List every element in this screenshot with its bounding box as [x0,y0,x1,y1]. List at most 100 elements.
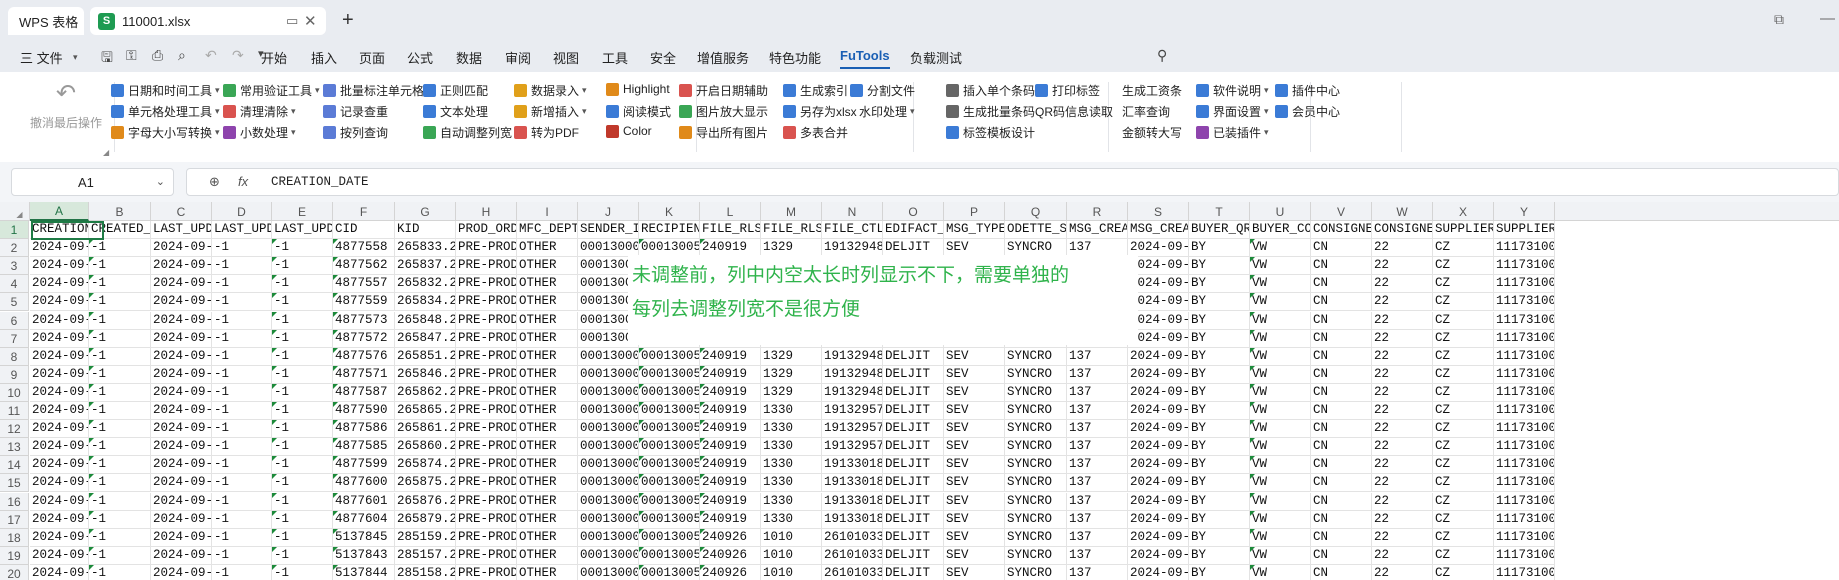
cell-Y19[interactable]: 11173100 [1494,546,1555,565]
cell-A1[interactable]: CREATION_ [30,221,89,239]
cell-T19[interactable]: BY [1189,546,1250,565]
cell-H9[interactable]: PRE-PROD [456,365,517,384]
ribbon-item-10[interactable]: 文本处理 [423,103,488,120]
ribbon-item-15[interactable]: Highlight [606,82,670,96]
cell-T10[interactable]: BY [1189,383,1250,402]
cell-P13[interactable]: SEV [944,438,1005,457]
cell-D7[interactable]: -1 [212,329,272,348]
cell-L13[interactable]: 240919 [700,438,761,457]
cell-A7[interactable]: 2024-09-1 [30,329,89,348]
cell-G19[interactable]: 285157.21 [395,546,456,565]
cell-G7[interactable]: 265847.21 [395,329,456,348]
cell-O20[interactable]: DELJIT [883,564,944,580]
ribbon-item-35[interactable]: 界面设置 ▾ [1196,103,1269,120]
cell-Q11[interactable]: SYNCRO [1005,402,1067,420]
cell-G3[interactable]: 265837.21 [395,257,456,276]
expand-corner-icon[interactable]: ◢ [103,148,109,157]
cell-N10[interactable]: 19132948£ [822,383,883,402]
cell-B16[interactable]: -1 [89,492,151,511]
dropdown-chevron-icon[interactable]: ▾ [1264,85,1269,96]
cell-A11[interactable]: 2024-09-1 [30,402,89,420]
cell-U12[interactable]: VW [1250,420,1311,439]
cell-V9[interactable]: CN [1311,365,1372,384]
cell-V14[interactable]: CN [1311,456,1372,475]
cell-W17[interactable]: 22 [1372,510,1433,529]
cell-R12[interactable]: 137 [1067,420,1128,439]
cell-K8[interactable]: 00013005£ [639,347,700,366]
cell-J19[interactable]: 00013000( [578,546,639,565]
cell-T7[interactable]: BY [1189,329,1250,348]
row-header-19[interactable]: 19 [0,546,29,565]
cell-E14[interactable]: -1 [272,456,333,475]
cell-B13[interactable]: -1 [89,438,151,457]
cell-N14[interactable]: 19133018£ [822,456,883,475]
cell-W6[interactable]: 22 [1372,311,1433,330]
ribbon-item-11[interactable]: 自动调整列宽 [423,124,512,141]
cell-C16[interactable]: 2024-09-1 [151,492,212,511]
formula-input[interactable]: ⊕ fx CREATION_DATE [186,168,1839,196]
cell-J16[interactable]: 00013000( [578,492,639,511]
cell-M12[interactable]: 1330 [761,420,822,439]
cell-R8[interactable]: 137 [1067,347,1128,366]
cell-O12[interactable]: DELJIT [883,420,944,439]
cell-J8[interactable]: 00013000( [578,347,639,366]
cell-A19[interactable]: 2024-09-2 [30,546,89,565]
menu-tab-0[interactable]: 开始 [261,48,287,67]
search-icon[interactable]: ⚲ [1157,47,1167,64]
cell-E17[interactable]: -1 [272,510,333,529]
cell-V6[interactable]: CN [1311,311,1372,330]
cell-L16[interactable]: 240919 [700,492,761,511]
cell-X9[interactable]: CZ [1433,365,1494,384]
ribbon-item-31[interactable]: 生成工资条 [1122,82,1182,99]
cell-N8[interactable]: 19132948£ [822,347,883,366]
cell-W9[interactable]: 22 [1372,365,1433,384]
cell-E4[interactable]: -1 [272,275,333,294]
cell-G10[interactable]: 265862.21 [395,383,456,402]
cell-I19[interactable]: OTHER [517,546,578,565]
cell-H14[interactable]: PRE-PROD [456,456,517,475]
column-header-K[interactable]: K [639,202,700,221]
cell-C9[interactable]: 2024-09-1 [151,365,212,384]
cell-T2[interactable]: BY [1189,239,1250,258]
cell-E15[interactable]: -1 [272,474,333,493]
cell-H13[interactable]: PRE-PROD [456,438,517,457]
cell-R15[interactable]: 137 [1067,474,1128,493]
cell-N19[interactable]: 26101033£ [822,546,883,565]
cell-Y17[interactable]: 11173100 [1494,510,1555,529]
cell-Q10[interactable]: SYNCRO [1005,383,1067,402]
cell-A12[interactable]: 2024-09-1 [30,420,89,439]
ribbon-item-6[interactable]: 批量标注单元格 [323,82,424,99]
dropdown-chevron-icon[interactable]: ▾ [1264,106,1269,117]
cell-F8[interactable]: 4877576 [333,347,395,366]
spreadsheet-grid[interactable]: ◢ ABCDEFGHIJKLMNOPQRSTUVWXY 1 2 3 4 5 6 7 8 9 10 1… [0,202,1839,580]
cell-D8[interactable]: -1 [212,347,272,366]
cell-I10[interactable]: OTHER [517,383,578,402]
cell-J20[interactable]: 00013000( [578,564,639,580]
cell-R10[interactable]: 137 [1067,383,1128,402]
cell-W8[interactable]: 22 [1372,347,1433,366]
ribbon-item-33[interactable]: 金额转大写 [1122,124,1182,141]
column-header-E[interactable]: E [272,202,333,221]
cell-Q18[interactable]: SYNCRO [1005,528,1067,547]
column-header-I[interactable]: I [517,202,578,221]
cell-V4[interactable]: CN [1311,275,1372,294]
cell-Y1[interactable]: SUPPLIER_S [1494,221,1555,239]
ribbon-item-34[interactable]: 软件说明 ▾ [1196,82,1269,99]
cell-I12[interactable]: OTHER [517,420,578,439]
column-header-A[interactable]: A [30,202,89,221]
cell-V8[interactable]: CN [1311,347,1372,366]
ribbon-item-37[interactable]: 插件中心 [1275,82,1340,99]
row-header-10[interactable]: 10 [0,383,29,402]
cell-W7[interactable]: 22 [1372,329,1433,348]
cell-L17[interactable]: 240919 [700,510,761,529]
cell-L12[interactable]: 240919 [700,420,761,439]
cell-R13[interactable]: 137 [1067,438,1128,457]
cell-Y20[interactable]: 11173100 [1494,564,1555,580]
cell-D5[interactable]: -1 [212,293,272,312]
cell-O14[interactable]: DELJIT [883,456,944,475]
cell-C15[interactable]: 2024-09-1 [151,474,212,493]
ribbon-item-30[interactable]: QR码信息读取 [1035,103,1113,120]
cell-I20[interactable]: OTHER [517,564,578,580]
cell-V2[interactable]: CN [1311,239,1372,258]
cell-U1[interactable]: BUYER_COI [1250,221,1311,239]
